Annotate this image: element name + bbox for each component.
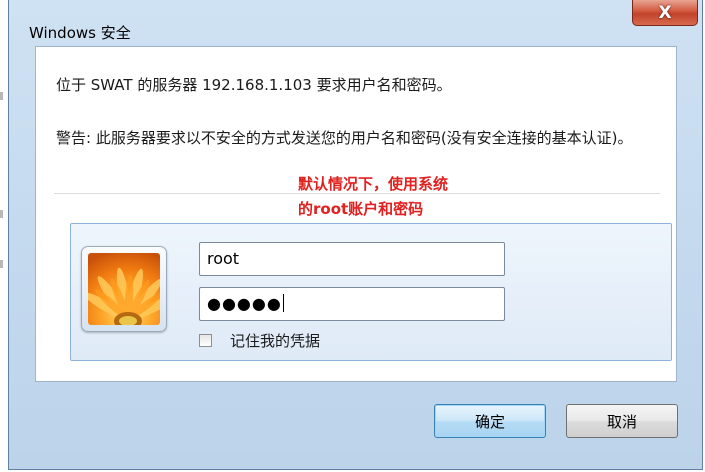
close-button[interactable]: X (632, 0, 698, 26)
cancel-button[interactable]: 取消 (566, 404, 678, 438)
user-avatar (81, 246, 167, 332)
server-request-text: 位于 SWAT 的服务器 192.168.1.103 要求用户名和密码。 (56, 76, 452, 94)
password-field[interactable]: ●●●●● (199, 287, 505, 321)
close-icon: X (658, 2, 672, 23)
annotation-line-1: 默认情况下，使用系统 (298, 175, 449, 193)
title-bar[interactable]: Windows 安全 X (9, 0, 702, 46)
remember-credentials[interactable]: 记住我的凭据 (199, 330, 320, 350)
ok-button[interactable]: 确定 (434, 404, 546, 438)
username-value: root (207, 249, 240, 268)
edge-mark (0, 260, 3, 268)
background-window-edge (0, 0, 8, 472)
flower-avatar-icon (88, 253, 160, 325)
security-warning-text: 警告: 此服务器要求以不安全的方式发送您的用户名和密码(没有安全连接的基本认证)… (56, 129, 633, 147)
remember-checkbox[interactable] (199, 333, 212, 347)
text-caret (282, 294, 284, 312)
red-annotation: 默认情况下，使用系统 的root账户和密码 (298, 172, 448, 222)
remember-label: 记住我的凭据 (230, 331, 321, 350)
annotation-line-2: 的root账户和密码 (298, 200, 424, 218)
credential-tile: root ●●●●● 记住我的凭据 (70, 223, 672, 361)
dialog-title: Windows 安全 (29, 24, 131, 42)
password-mask: ●●●●● (207, 294, 282, 313)
edge-mark (0, 92, 3, 100)
windows-security-dialog: Windows 安全 X 位于 SWAT 的服务器 192.168.1.103 … (8, 0, 703, 470)
username-field[interactable]: root (199, 242, 505, 276)
edge-mark (0, 210, 3, 218)
dialog-content: 位于 SWAT 的服务器 192.168.1.103 要求用户名和密码。 警告:… (35, 46, 677, 382)
